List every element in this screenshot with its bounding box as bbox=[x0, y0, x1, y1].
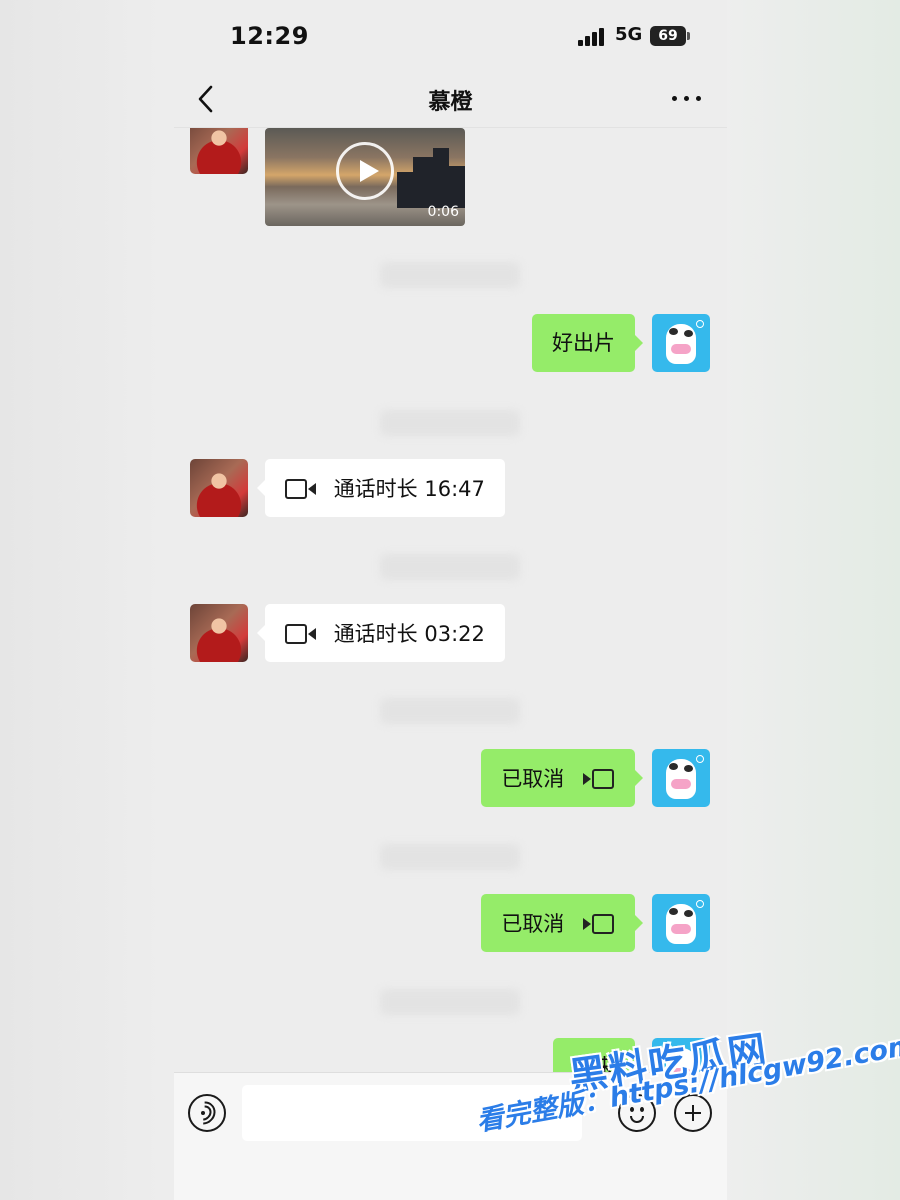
phone-screen: 12:29 5G 69 慕橙 0:06 好出片 通话时长 16:47 通话时长 … bbox=[174, 0, 727, 1200]
video-call-icon bbox=[583, 769, 615, 789]
status-time: 12:29 bbox=[230, 22, 309, 50]
call-record-bubble-sent[interactable]: 已取消 bbox=[481, 894, 643, 952]
call-record-bubble[interactable]: 通话时长 16:47 bbox=[257, 459, 505, 517]
call-record-bubble[interactable]: 通话时长 03:22 bbox=[257, 604, 505, 662]
signal-icon bbox=[578, 28, 606, 46]
my-avatar[interactable] bbox=[652, 749, 710, 807]
contact-avatar[interactable] bbox=[190, 604, 248, 662]
my-avatar[interactable] bbox=[652, 894, 710, 952]
video-duration: 0:06 bbox=[427, 204, 459, 220]
timestamp-blurred bbox=[380, 698, 520, 724]
my-avatar[interactable] bbox=[652, 314, 710, 372]
chat-header: 慕橙 bbox=[174, 70, 727, 128]
more-button[interactable] bbox=[670, 84, 704, 112]
battery-icon: 69 bbox=[650, 26, 686, 46]
status-bar: 12:29 5G 69 bbox=[174, 0, 727, 70]
play-icon[interactable] bbox=[336, 142, 394, 200]
call-record-bubble-sent[interactable]: 已取消 bbox=[481, 749, 643, 807]
timestamp-blurred bbox=[380, 989, 520, 1015]
voice-button[interactable] bbox=[187, 1094, 226, 1132]
contact-avatar[interactable] bbox=[190, 459, 248, 517]
call-status-text: 已取消 bbox=[501, 767, 565, 791]
timestamp-blurred bbox=[380, 554, 520, 580]
video-thumbnail bbox=[397, 148, 465, 208]
video-call-icon bbox=[583, 914, 615, 934]
timestamp-blurred bbox=[380, 262, 520, 288]
video-call-icon bbox=[285, 479, 317, 499]
call-duration-text: 通话时长 16:47 bbox=[333, 477, 485, 501]
timestamp-blurred bbox=[380, 410, 520, 436]
video-message[interactable]: 0:06 bbox=[265, 128, 465, 226]
message-text: 好出片 bbox=[552, 331, 615, 355]
call-status-text: 已取消 bbox=[501, 912, 565, 936]
call-duration-text: 通话时长 03:22 bbox=[333, 622, 485, 646]
chat-title: 慕橙 bbox=[428, 90, 473, 115]
network-type: 5G bbox=[615, 24, 643, 45]
message-bubble-sent[interactable]: 好出片 bbox=[532, 314, 643, 372]
message-list[interactable]: 0:06 好出片 通话时长 16:47 通话时长 03:22 已取消 已取消 回… bbox=[174, 128, 727, 1072]
video-call-icon bbox=[285, 624, 317, 644]
battery-tip bbox=[687, 32, 690, 40]
contact-avatar[interactable] bbox=[190, 128, 248, 174]
timestamp-blurred bbox=[380, 844, 520, 870]
